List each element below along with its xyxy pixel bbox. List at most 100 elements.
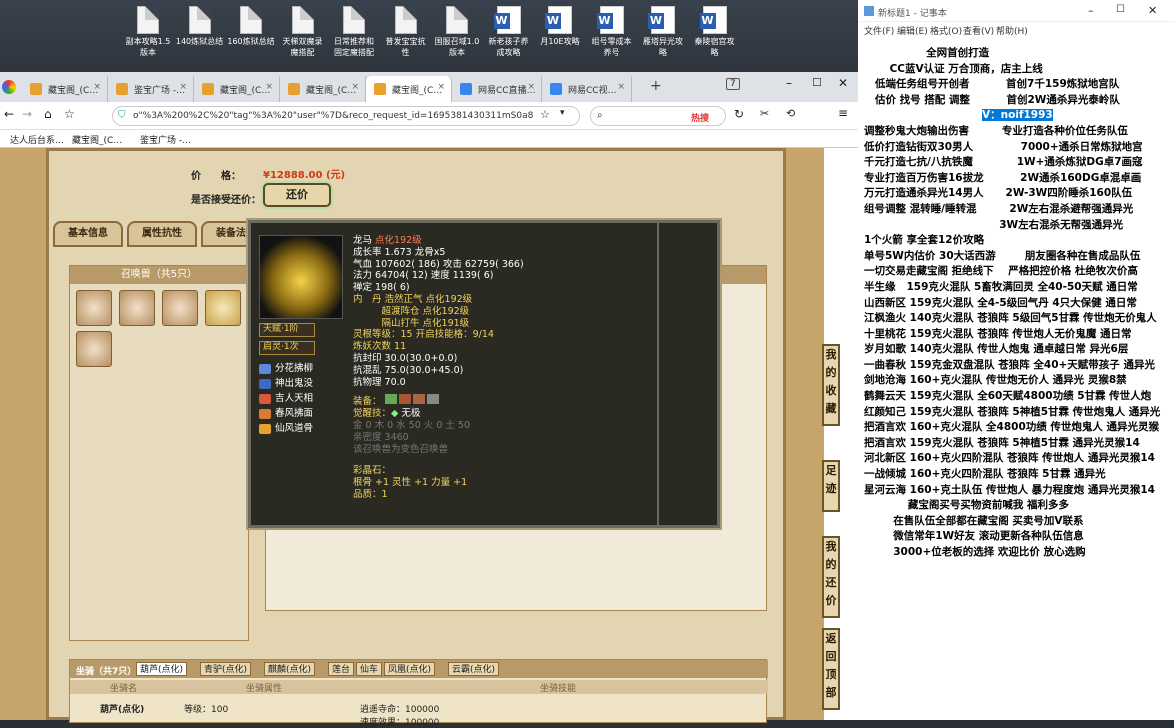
mount-tab[interactable]: 仙车 [356,662,383,676]
tab-close-icon[interactable]: × [93,82,101,92]
tab-close-icon[interactable]: × [437,82,445,92]
back-to-top-button[interactable]: 返回顶部 [822,628,840,710]
minimize-icon[interactable]: – [786,76,792,90]
notepad-line: 微信常年1W好友 滚动更新各种队伍信息 [864,530,1084,543]
mount-tab[interactable]: 青驴(点化) [200,662,252,676]
word-letter-icon: W [699,13,716,29]
bookmark-item[interactable]: 鉴宝广场 -… [140,133,191,146]
tab-close-icon[interactable]: × [527,82,535,92]
notepad-close-icon[interactable]: ✕ [1148,4,1157,17]
notepad-minimize-icon[interactable]: – [1088,4,1094,17]
bargain-button[interactable]: 还价 [263,183,331,207]
desktop-file-label: 160炼狱总结 [227,37,275,46]
mount-tab[interactable]: 麒麟(点化) [264,662,316,676]
my-favorites-button[interactable]: 我的收藏 [822,344,840,426]
new-tab-icon[interactable]: + [650,78,662,94]
forward-icon[interactable]: → [22,107,32,121]
tab-close-icon[interactable]: × [351,82,359,92]
tab-favicon-icon [116,83,128,95]
summon-avatar-3[interactable] [162,290,198,326]
desktop-file-label: 新老孩子养 成攻略 [488,37,529,57]
desktop-file-icon[interactable]: W 组号零成本 养号 [586,6,638,58]
tab-count-badge[interactable]: 7 [726,78,740,90]
summon-avatar-2[interactable] [119,290,155,326]
notepad-line: 3000+位老板的选择 欢迎比价 放心选购 [864,546,1086,558]
bookmark-item[interactable]: 达人后台系… [10,133,64,146]
desktop-file-icon[interactable]: 普发宝宝抗 性 [380,6,432,58]
document-icon [137,6,159,34]
star-icon[interactable]: ☆ [64,107,75,121]
browser-tab[interactable]: 藏宝阁_(C… × [366,76,452,102]
footprint-button[interactable]: 足迹 [822,460,840,512]
notepad-maximize-icon[interactable]: ☐ [1116,4,1125,15]
desktop-file-icon[interactable]: 日常推荐和 固定魔搭配 [328,6,380,58]
notepad-text[interactable]: 全网首创打造 CC蓝V认证 万合顶商，店主上线 低端任务组号开创者 首创7千15… [864,46,1168,716]
desktop-file-label: 月10E攻略 [540,37,580,46]
tab-close-icon[interactable]: × [179,82,187,92]
mount-tab[interactable]: 凤凰(点化) [384,662,436,676]
desktop-file-icon[interactable]: W 新老孩子养 成攻略 [483,6,535,58]
summon-tooltip: 天赋·1阶 启灵·1次 分花拂柳 神出鬼没 吉人天相 春风拂面 仙风道骨 龙马 点化19… [248,220,720,528]
refresh-icon[interactable]: ↻ [734,107,744,121]
back-icon[interactable]: ← [4,107,14,121]
notepad-line: 专业打造百万伤害16拔龙 2W通杀160DG卓混卓画 [864,171,1142,184]
notepad-menu-item[interactable]: 编辑(E) [897,24,928,37]
menu-icon[interactable]: ≡ [838,106,848,120]
desktop-file-icon[interactable]: 160炼狱总结 [225,6,277,47]
desktop-file-icon[interactable]: 副本攻略1.5 版本 [122,6,174,58]
desktop-file-icon[interactable]: 国服召域1.0 版本 [431,6,483,58]
stat-line: 灵根等级：15 开启技能格：9/14 [353,329,494,341]
notepad-line: 把酒言欢 160+克火混队 全4800功绩 传世炮鬼人 通异光灵猴 [864,421,1160,434]
mount-tab[interactable]: 云霸(点化) [448,662,500,676]
desktop-file-icon[interactable]: W 月10E攻略 [534,6,586,47]
bookmark-item[interactable]: 藏宝阁_(C… [72,133,122,146]
tab-close-icon[interactable]: × [265,82,273,92]
mount-tab[interactable]: 莲台 [328,662,355,676]
mount-tab[interactable]: 葫芦(点化) [136,662,188,676]
summon-box-title: 召唤兽（共5只） [70,266,248,284]
browser-tab[interactable]: 鉴宝广场 -… × [108,76,194,102]
skill-item: 春风拂面 [259,408,347,420]
dropdown-icon[interactable]: ▾ [560,108,565,118]
close-icon[interactable]: ✕ [838,76,848,90]
equip-slot-icon [384,394,397,405]
tab-favicon-icon [288,83,300,95]
tab-attr[interactable]: 属性抗性 [127,221,197,247]
search-icon: ⌕ [597,110,603,121]
search-box[interactable]: ⌕ 热搜 [590,106,726,126]
browser-logo-icon [2,80,16,94]
home-icon[interactable]: ⌂ [44,107,52,121]
notepad-line: 一曲春秋 159克金双盘混队 苍狼阵 全40+天赋带孩子 通异光 [864,358,1155,371]
tab-close-icon[interactable]: × [617,82,625,92]
maximize-icon[interactable]: ☐ [812,76,822,89]
awaken-value: 无极 [401,408,421,420]
notepad-menu-item[interactable]: 查看(V) [963,24,994,37]
tooltip-text: 龙马 点化192级 成长率 1.673 龙骨x5 气血 107602( 186) … [353,235,713,501]
notepad-menu-item[interactable]: 文件(F) [864,24,894,37]
browser-tab[interactable]: 网易CC直播… × [452,76,542,102]
history-icon[interactable]: ⟲ [786,107,795,120]
browser-tab[interactable]: 网易CC视… × [542,76,632,102]
browser-tab[interactable]: 藏宝阁_(C… × [280,76,366,102]
desktop-file-icon[interactable]: W 雁塔异光攻 略 [637,6,689,58]
browser-tab[interactable]: 藏宝阁_(C… × [194,76,280,102]
summon-avatar-5[interactable] [76,331,112,367]
my-bargain-button[interactable]: 我的还价 [822,536,840,618]
stat-line: 气血 107602( 186) 攻击 62759( 366) [353,258,524,270]
browser-tab[interactable]: 藏宝阁_(C… × [22,76,108,102]
desktop-file-icon[interactable]: W 秦陵宿宫攻 略 [689,6,741,58]
bookmark-star-icon[interactable]: ☆ [540,108,550,121]
stat-line: 内 丹 浩然正气 点化192级 [353,293,473,305]
tab-basic[interactable]: 基本信息 [53,221,123,247]
summon-avatar-4[interactable] [205,290,241,326]
document-icon [188,6,211,34]
document-icon [394,6,417,34]
summon-avatar-1[interactable] [76,290,112,326]
document-icon [291,6,314,34]
notepad-menu-item[interactable]: 帮助(H) [996,24,1028,37]
extension-icon[interactable]: ✂ [760,107,769,120]
desktop-file-icon[interactable]: 140炼狱总结 [174,6,226,47]
desktop-file-icon[interactable]: 天梯双魔录 魔搭配 [277,6,329,58]
notepad-menu-item[interactable]: 格式(O) [930,24,962,37]
url-bar[interactable]: ⛉ o"%3A%200%2C%20"tag"%3A%20"user"%7D&re… [112,106,580,126]
